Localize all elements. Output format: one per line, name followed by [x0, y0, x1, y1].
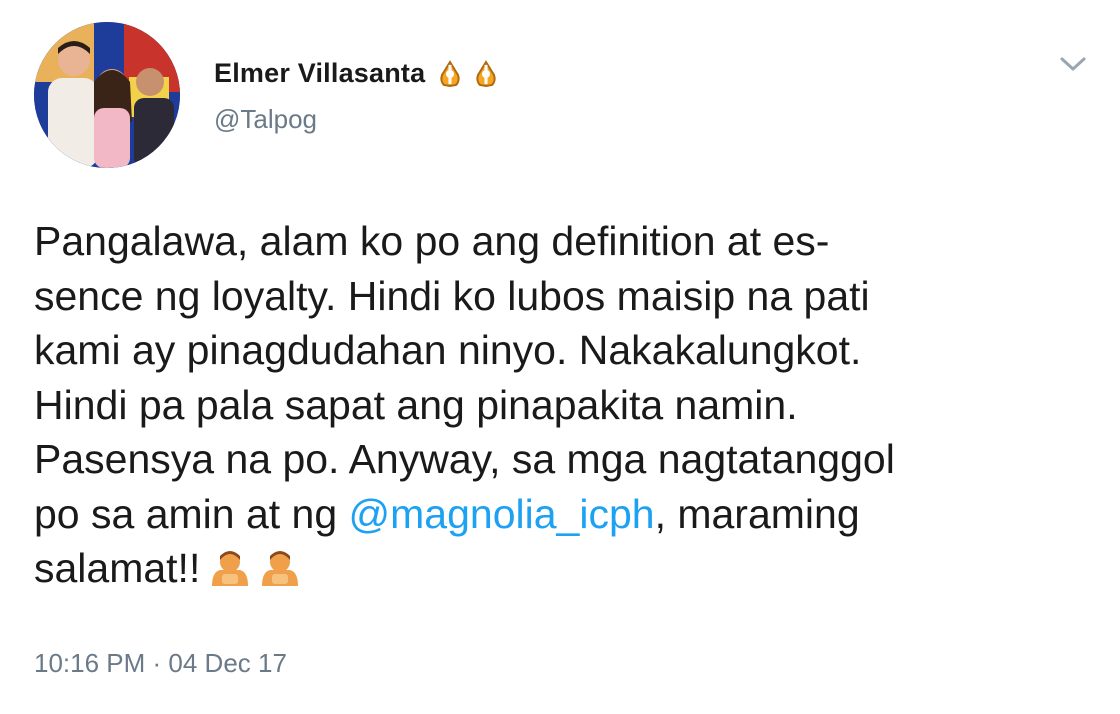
- name-emojis: [435, 59, 501, 89]
- tweet-line: Hindi pa pala sapat ang pinapakita namin…: [34, 381, 798, 428]
- person-bowing-emoji: [212, 551, 249, 586]
- chevron-down-icon[interactable]: [1058, 52, 1088, 76]
- folded-hands-emoji: [440, 59, 460, 87]
- tweet-card: Elmer Villasanta @Talpog Pangalawa, alam…: [0, 0, 1120, 714]
- display-name[interactable]: Elmer Villasanta: [214, 58, 425, 89]
- author-row: Elmer Villasanta: [214, 58, 501, 89]
- tweet-text-segment: , maraming: [654, 490, 860, 537]
- person-bowing-emoji: [262, 551, 299, 586]
- mention-link[interactable]: @magnolia_icph: [349, 491, 655, 537]
- tweet-text-segment: po sa amin at ng: [34, 490, 349, 537]
- tweet-line: sence ng loyalty. Hindi ko lubos maisip …: [34, 272, 870, 319]
- tweet-line-last: salamat!!: [34, 541, 1094, 602]
- handle[interactable]: @Talpog: [214, 104, 317, 135]
- avatar[interactable]: [34, 22, 180, 168]
- folded-hands-emoji: [476, 59, 496, 87]
- tweet-text-segment: salamat!!: [34, 545, 201, 591]
- tweet-line-with-mention: po sa amin at ng @magnolia_icph, maramin…: [34, 487, 1094, 542]
- tweet-text: Pangalawa, alam ko po ang definition at …: [34, 214, 1094, 602]
- tweet-line: kami ay pinagdudahan ninyo. Nakakalungko…: [34, 327, 862, 373]
- tweet-line: Pangalawa, alam ko po ang definition at …: [34, 218, 830, 264]
- trailing-emojis: [208, 547, 302, 602]
- tweet-line: Pasensya na po. Anyway, sa mga nagtatang…: [34, 436, 895, 482]
- timestamp[interactable]: 10:16 PM · 04 Dec 17: [34, 648, 287, 679]
